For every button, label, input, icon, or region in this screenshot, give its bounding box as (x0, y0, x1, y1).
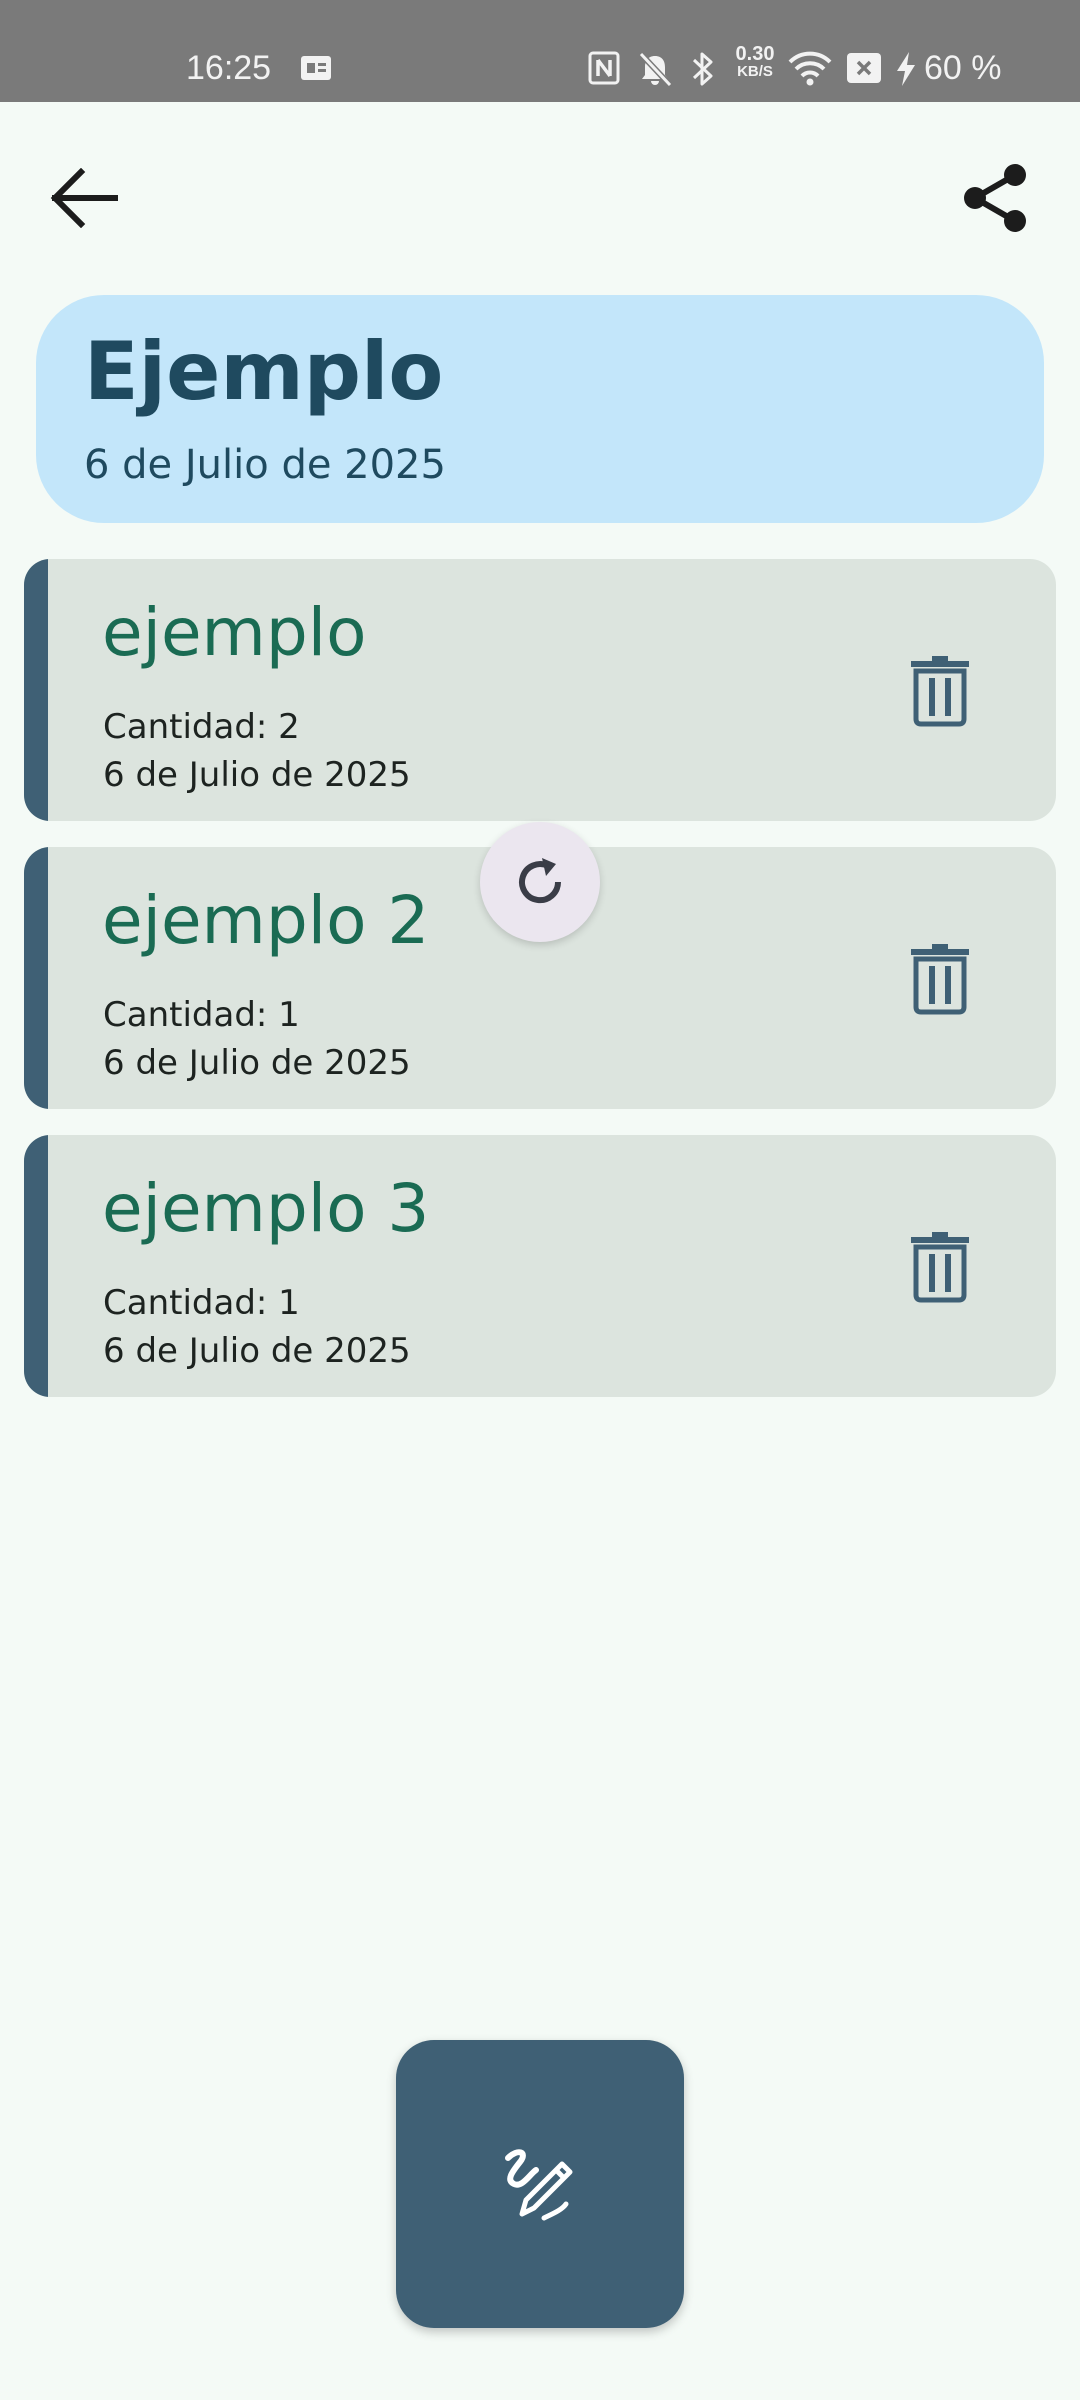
item-accent-bar (24, 847, 48, 1109)
arrow-left-icon (50, 168, 118, 228)
status-time: 16:25 (186, 49, 272, 87)
network-speed-unit: KB/S (737, 63, 773, 80)
item-date: 6 de Julio de 2025 (103, 755, 411, 795)
edit-fab[interactable] (396, 2040, 684, 2328)
network-speed-value: 0.30 (735, 43, 775, 65)
delete-item-button[interactable] (892, 1218, 988, 1314)
status-bar: 16:25 0.30 KB/S 60 % (0, 0, 1080, 102)
trash-icon (911, 656, 969, 727)
wifi-icon (788, 51, 832, 86)
network-speed: 0.30 KB/S (727, 44, 783, 80)
list-item[interactable]: ejemplo Cantidad: 2 6 de Julio de 2025 (24, 559, 1056, 821)
list-date: 6 de Julio de 2025 (84, 442, 446, 488)
refresh-indicator (480, 822, 600, 942)
sim-card-icon (301, 56, 331, 80)
item-accent-bar (24, 1135, 48, 1397)
bluetooth-icon (692, 52, 713, 86)
charging-bolt-icon (897, 52, 915, 86)
item-date: 6 de Julio de 2025 (103, 1043, 411, 1083)
refresh-icon (519, 858, 562, 904)
list-title: Ejemplo (84, 325, 444, 418)
share-button[interactable] (948, 150, 1044, 246)
item-quantity: Cantidad: 2 (103, 707, 300, 747)
back-button[interactable] (36, 150, 132, 246)
trash-icon (911, 1232, 969, 1303)
item-quantity: Cantidad: 1 (103, 995, 300, 1035)
header-card: Ejemplo 6 de Julio de 2025 (36, 295, 1044, 523)
item-date: 6 de Julio de 2025 (103, 1331, 411, 1371)
draw-pencil-icon (505, 2149, 573, 2221)
nfc-icon (588, 51, 620, 85)
trash-icon (911, 944, 969, 1015)
item-quantity: Cantidad: 1 (103, 1283, 300, 1323)
battery-level: 60 % (924, 49, 1002, 87)
item-name: ejemplo 2 (102, 882, 430, 959)
delete-item-button[interactable] (892, 642, 988, 738)
notifications-off-icon (638, 51, 673, 88)
item-name: ejemplo (102, 594, 367, 671)
item-name: ejemplo 3 (102, 1170, 430, 1247)
delete-item-button[interactable] (892, 930, 988, 1026)
no-sim-icon (847, 53, 881, 83)
share-icon (964, 164, 1026, 232)
list-item[interactable]: ejemplo 3 Cantidad: 1 6 de Julio de 2025 (24, 1135, 1056, 1397)
item-accent-bar (24, 559, 48, 821)
